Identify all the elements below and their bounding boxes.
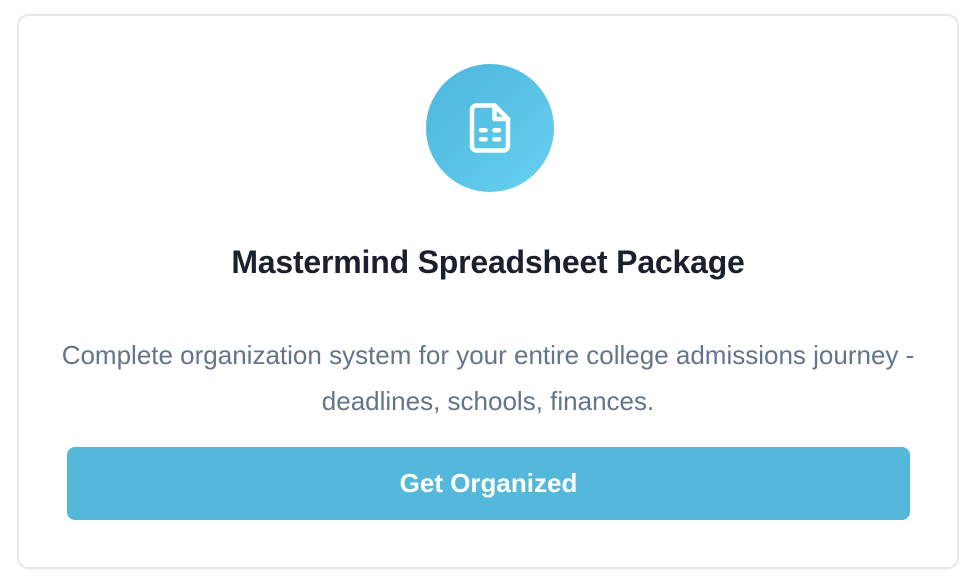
product-card: Mastermind Spreadsheet Package Complete … [17,14,959,569]
icon-badge [426,64,554,192]
spreadsheet-document-icon [469,103,511,153]
get-organized-button[interactable]: Get Organized [67,447,910,520]
card-description: Complete organization system for your en… [61,340,915,416]
card-title: Mastermind Spreadsheet Package [231,244,745,280]
